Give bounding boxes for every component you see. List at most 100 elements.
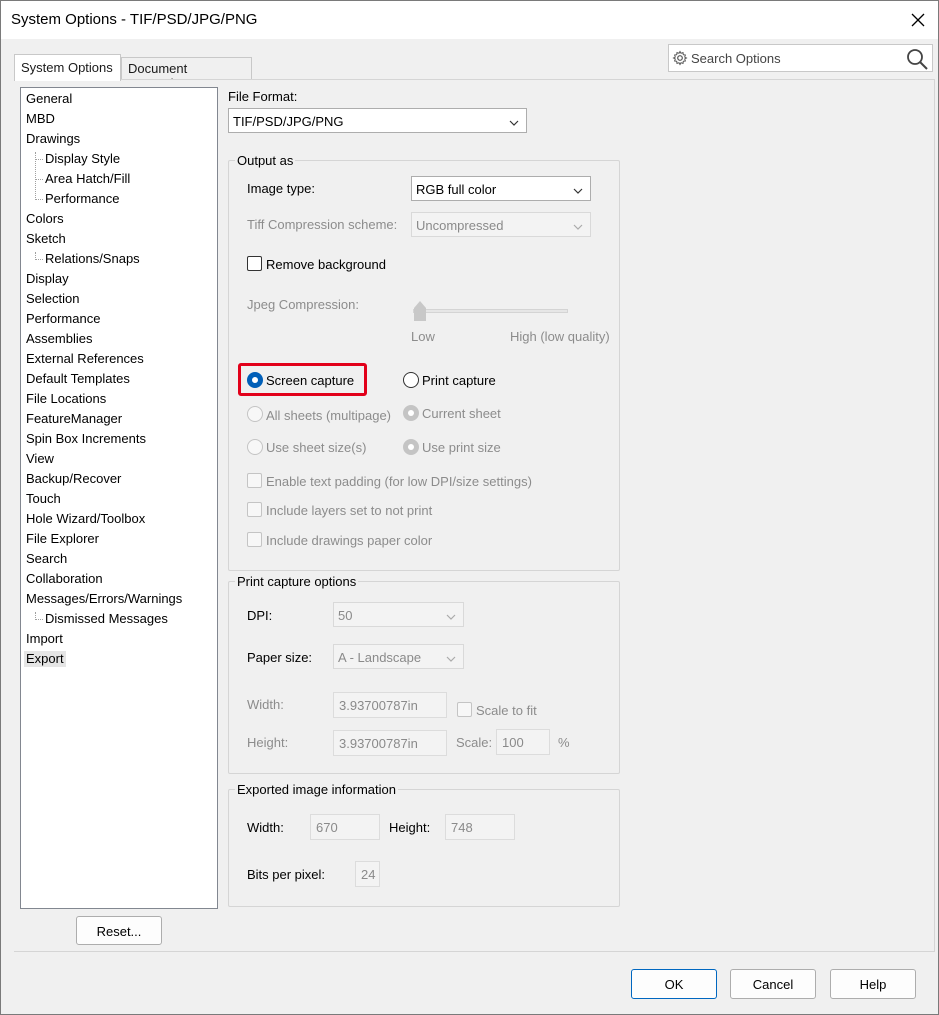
tree-item-import[interactable]: Import: [26, 631, 63, 647]
bits-per-pixel-field: 24: [355, 861, 380, 887]
jpeg-high-label: High (low quality): [510, 329, 610, 344]
output-as-title: Output as: [235, 153, 296, 168]
tree-item-view[interactable]: View: [26, 451, 54, 467]
close-icon[interactable]: [905, 7, 931, 33]
exported-width-field: 670: [310, 814, 380, 840]
include-layers-checkbox[interactable]: [247, 502, 262, 517]
tree-item-performance[interactable]: Performance: [26, 311, 100, 327]
tree-item-drawings[interactable]: Drawings: [26, 131, 80, 147]
tree-item-messages-errors-warnings[interactable]: Messages/Errors/Warnings: [26, 591, 182, 607]
paper-size-select[interactable]: A - Landscape: [333, 644, 464, 669]
file-format-value: TIF/PSD/JPG/PNG: [233, 114, 344, 129]
options-tree[interactable]: General MBD Drawings Display Style Area …: [20, 87, 218, 909]
tree-item-sketch[interactable]: Sketch: [26, 231, 66, 247]
tree-item-colors[interactable]: Colors: [26, 211, 64, 227]
tree-item-featuremanager[interactable]: FeatureManager: [26, 411, 122, 427]
tree-item-display-style[interactable]: Display Style: [45, 151, 120, 167]
tab-document-properties[interactable]: Document Properties: [121, 57, 252, 91]
tree-item-file-explorer[interactable]: File Explorer: [26, 531, 99, 547]
remove-background-label: Remove background: [266, 257, 386, 272]
all-sheets-label: All sheets (multipage): [266, 408, 391, 423]
print-capture-label: Print capture: [422, 373, 496, 388]
tree-item-relations-snaps[interactable]: Relations/Snaps: [45, 251, 140, 267]
chevron-down-icon: [573, 219, 583, 234]
tree-item-mbd[interactable]: MBD: [26, 111, 55, 127]
ok-button[interactable]: OK: [631, 969, 717, 999]
print-capture-radio[interactable]: [403, 372, 419, 388]
use-print-size-radio[interactable]: [403, 439, 419, 455]
exported-height-label: Height:: [389, 820, 431, 835]
tree-item-selection[interactable]: Selection: [26, 291, 79, 307]
all-sheets-radio[interactable]: [247, 406, 263, 422]
include-paper-color-label: Include drawings paper color: [266, 533, 433, 548]
tree-item-touch[interactable]: Touch: [26, 491, 61, 507]
tiff-compression-label: Tiff Compression scheme:: [247, 217, 398, 232]
width-label: Width:: [247, 697, 284, 712]
current-sheet-label: Current sheet: [422, 406, 501, 421]
gear-icon: [672, 50, 688, 69]
scale-label: Scale:: [456, 735, 493, 750]
dpi-value: 50: [338, 608, 353, 623]
tree-item-hole-wizard-toolbox[interactable]: Hole Wizard/Toolbox: [26, 511, 145, 527]
window-title: System Options - TIF/PSD/JPG/PNG: [11, 11, 258, 28]
scale-unit: %: [558, 735, 570, 750]
remove-background-checkbox[interactable]: [247, 256, 262, 271]
jpeg-compression-label: Jpeg Compression:: [247, 297, 359, 312]
height-label: Height:: [247, 735, 289, 750]
tree-item-display[interactable]: Display: [26, 271, 69, 287]
tree-item-general[interactable]: General: [26, 91, 72, 107]
use-print-size-label: Use print size: [422, 440, 501, 455]
system-options-dialog: System Options - TIF/PSD/JPG/PNG Search …: [0, 0, 939, 1015]
tree-item-collaboration[interactable]: Collaboration: [26, 571, 103, 587]
search-options-box[interactable]: Search Options: [668, 44, 933, 72]
tree-item-spin-box-increments[interactable]: Spin Box Increments: [26, 431, 146, 447]
paper-size-label: Paper size:: [247, 650, 313, 665]
tree-item-drawings-performance[interactable]: Performance: [45, 191, 119, 207]
search-input[interactable]: Search Options: [691, 51, 781, 66]
chevron-down-icon: [446, 651, 456, 666]
paper-size-value: A - Landscape: [338, 650, 422, 665]
screen-capture-radio[interactable]: [247, 372, 263, 388]
exported-width-label: Width:: [247, 820, 284, 835]
dpi-select[interactable]: 50: [333, 602, 464, 627]
height-field[interactable]: 3.93700787in: [333, 730, 447, 756]
tree-item-export[interactable]: Export: [24, 651, 66, 667]
screen-capture-label: Screen capture: [266, 373, 355, 388]
tree-item-file-locations[interactable]: File Locations: [26, 391, 106, 407]
bits-per-pixel-label: Bits per pixel:: [247, 867, 326, 882]
chevron-down-icon: [509, 115, 519, 130]
scale-to-fit-label: Scale to fit: [476, 703, 537, 718]
enable-text-padding-label: Enable text padding (for low DPI/size se…: [266, 474, 532, 489]
tab-system-options[interactable]: System Options: [14, 54, 121, 81]
tree-item-area-hatch-fill[interactable]: Area Hatch/Fill: [45, 171, 130, 187]
reset-button[interactable]: Reset...: [76, 916, 162, 945]
chevron-down-icon: [446, 609, 456, 624]
help-button[interactable]: Help: [830, 969, 916, 999]
tree-item-assemblies[interactable]: Assemblies: [26, 331, 92, 347]
use-sheet-size-radio[interactable]: [247, 439, 263, 455]
include-paper-color-checkbox[interactable]: [247, 532, 262, 547]
jpeg-compression-slider[interactable]: [413, 309, 568, 313]
current-sheet-radio[interactable]: [403, 405, 419, 421]
use-sheet-size-label: Use sheet size(s): [266, 440, 367, 455]
scale-field[interactable]: 100: [496, 729, 550, 755]
dpi-label: DPI:: [247, 608, 273, 623]
width-field[interactable]: 3.93700787in: [333, 692, 447, 718]
cancel-button[interactable]: Cancel: [730, 969, 816, 999]
file-format-label: File Format:: [228, 89, 298, 104]
tree-item-default-templates[interactable]: Default Templates: [26, 371, 130, 387]
search-icon[interactable]: [905, 47, 929, 74]
image-type-label: Image type:: [247, 181, 315, 196]
file-format-select[interactable]: TIF/PSD/JPG/PNG: [228, 108, 527, 133]
tree-item-dismissed-messages[interactable]: Dismissed Messages: [45, 611, 168, 627]
tiff-compression-select[interactable]: Uncompressed: [411, 212, 591, 237]
tree-item-backup-recover[interactable]: Backup/Recover: [26, 471, 121, 487]
exported-image-info-title: Exported image information: [235, 782, 398, 797]
scale-to-fit-checkbox[interactable]: [457, 702, 472, 717]
title-bar: System Options - TIF/PSD/JPG/PNG: [1, 1, 938, 39]
print-capture-options-title: Print capture options: [235, 574, 359, 589]
tree-item-search[interactable]: Search: [26, 551, 67, 567]
image-type-select[interactable]: RGB full color: [411, 176, 591, 201]
enable-text-padding-checkbox[interactable]: [247, 473, 262, 488]
tree-item-external-references[interactable]: External References: [26, 351, 144, 367]
